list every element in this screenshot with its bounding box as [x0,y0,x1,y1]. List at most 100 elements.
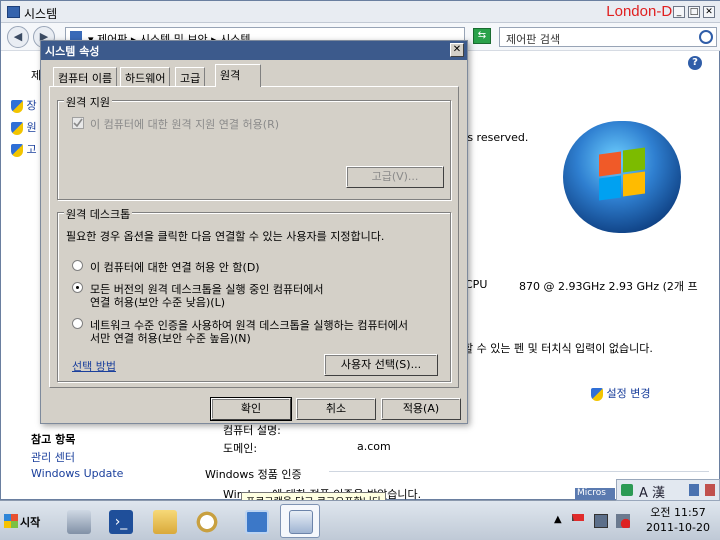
tab-computer-name[interactable]: 컴퓨터 이름 [53,67,118,86]
tab-remote[interactable]: 원격 [215,64,261,87]
server-name-label: London-DC [606,3,683,20]
radio-allow-nla-only[interactable] [72,318,83,329]
cpu-label: CPU [465,278,488,291]
advanced-button[interactable]: 고급(V)... [346,166,444,188]
left-task-3[interactable]: 고 [11,141,37,157]
network-icon [245,510,269,534]
domain-label: 도메인: [223,442,258,455]
taskbar-powershell[interactable]: ›_ [100,504,140,538]
language-bar[interactable]: A 漢 [616,479,720,501]
minimize-button[interactable]: _ [673,6,685,18]
system-icon [7,6,20,18]
logo-red-quadrant [599,151,621,177]
see-also-title: 참고 항목 [31,433,76,446]
logo-green-quadrant [623,147,645,173]
shield-icon [11,143,23,157]
radio-dont-allow-label[interactable]: 이 컴퓨터에 대한 연결 허용 안 함(D) [90,259,260,275]
ime-icon [621,484,633,496]
system-properties-dialog: 시스템 속성 ✕ 컴퓨터 이름 하드웨어 고급 원격 원격 지원 이 컴퓨터에 … [40,40,468,424]
shield-icon [11,121,23,135]
remote-desktop-description: 필요한 경우 옵션을 클릭한 다음 연결할 수 있는 사용자를 지정합니다. [66,230,385,243]
taskbar-network[interactable] [236,504,276,538]
taskbar-clock-tool[interactable] [186,504,226,538]
clock-date: 2011-10-20 [646,521,710,534]
refresh-icon[interactable]: ⇆ [473,28,491,44]
show-hidden-icons-chevron-icon[interactable]: ▲ [554,514,568,528]
remote-desktop-group: 원격 데스크톱 필요한 경우 옵션을 클릭한 다음 연결할 수 있는 사용자를 … [57,206,451,382]
remote-assistance-legend: 원격 지원 [64,94,112,110]
search-icon[interactable] [699,30,713,44]
action-center-link[interactable]: 관리 센터 [31,449,75,465]
logo-yellow-quadrant [623,171,645,197]
ok-button[interactable]: 확인 [210,397,292,421]
dialog-close-button[interactable]: ✕ [450,43,464,57]
apply-button[interactable]: 적용(A) [381,398,461,420]
copyright-text: ts reserved. [463,131,529,144]
system-tray: ▲ 오전 11:57 2011-10-20 [548,501,720,540]
genuine-badge: Micros [575,488,615,500]
clock-time: 오전 11:57 [650,506,706,519]
pen-touch-text: 할 수 있는 펜 및 터치식 입력이 없습니다. [463,342,653,355]
powershell-icon: ›_ [109,510,133,534]
windows-logo [563,121,681,233]
tab-hardware[interactable]: 하드웨어 [120,67,171,86]
start-label: 시작 [20,516,41,529]
change-settings-link[interactable]: 설정 변경 [591,385,650,401]
radio-allow-any-version-label-2[interactable]: 연결 허용(보안 수준 낮음)(L) [90,294,225,310]
start-button[interactable]: 시작 [2,508,46,534]
description-label: 컴퓨터 설명: [223,424,281,437]
folder-icon [153,510,177,534]
domain-value: a.com [357,440,391,453]
server-manager-icon [67,510,91,534]
computer-icon [289,510,313,534]
search-placeholder: 제어판 검색 [506,33,561,46]
remote-desktop-legend: 원격 데스크톱 [64,206,133,222]
ime-pad-icon[interactable] [689,484,699,496]
allow-remote-assistance-label: 이 컴퓨터에 대한 원격 지원 연결 허용(R) [90,118,280,131]
windows-flag-icon [4,514,18,528]
back-arrow-icon[interactable]: ◀ [7,26,29,48]
select-users-button[interactable]: 사용자 선택(S)... [324,354,438,376]
radio-allow-any-version[interactable] [72,282,83,293]
radio-allow-nla-only-label-2[interactable]: 서만 연결 허용(보안 수준 높음)(N) [90,330,251,346]
radio-dont-allow[interactable] [72,260,83,271]
windows-update-link[interactable]: Windows Update [31,467,123,480]
cpu-value: 870 @ 2.93GHz 2.93 GHz (2개 프 [519,280,698,293]
logo-blue-quadrant [599,175,621,201]
shield-icon [11,99,23,113]
time-icon [195,510,219,534]
clock[interactable]: 오전 11:57 2011-10-20 [638,505,718,535]
checkmark-icon [73,118,83,128]
window-title: 시스템 [24,7,58,21]
speaker-muted-icon[interactable] [616,514,630,528]
left-task-2[interactable]: 원 [11,119,37,135]
taskbar-explorer[interactable] [144,504,184,538]
change-settings-label[interactable]: 설정 변경 [607,387,651,400]
window-titlebar[interactable]: 시스템 London-DC _ □ ✕ [1,1,720,23]
cancel-button[interactable]: 취소 [296,398,376,420]
left-task-3-label[interactable]: 고 [27,143,37,156]
left-task-1[interactable]: 장 [11,97,37,113]
network-tray-icon[interactable] [594,514,608,528]
flag-icon[interactable] [572,514,584,521]
taskbar-server-manager[interactable] [58,504,98,538]
help-me-choose-link[interactable]: 선택 방법 [72,358,116,374]
close-button[interactable]: ✕ [703,6,715,18]
maximize-button[interactable]: □ [688,6,700,18]
remote-assistance-group: 원격 지원 이 컴퓨터에 대한 원격 지원 연결 허용(R) 고급(V)... [57,94,451,200]
shield-icon [591,387,603,401]
left-task-1-label[interactable]: 장 [27,99,37,112]
help-icon[interactable]: ? [688,56,702,70]
remote-tab-panel: 원격 지원 이 컴퓨터에 대한 원격 지원 연결 허용(R) 고급(V)... … [49,86,459,388]
allow-remote-assistance-checkbox[interactable] [72,117,84,129]
language-indicator[interactable]: A 漢 [639,482,665,501]
taskbar: 시작 ›_ A 漢 ▲ 오전 11:57 2011-10-20 [0,479,720,540]
dialog-title: 시스템 속성 [45,45,100,58]
tab-advanced[interactable]: 고급 [175,67,206,86]
activation-title: Windows 정품 인증 [205,468,302,481]
ime-tools-icon[interactable] [705,484,715,496]
dialog-titlebar[interactable]: 시스템 속성 ✕ [41,41,467,60]
taskbar-system[interactable] [280,504,320,538]
left-task-2-label[interactable]: 원 [27,121,37,134]
search-input[interactable]: 제어판 검색 [499,27,717,47]
